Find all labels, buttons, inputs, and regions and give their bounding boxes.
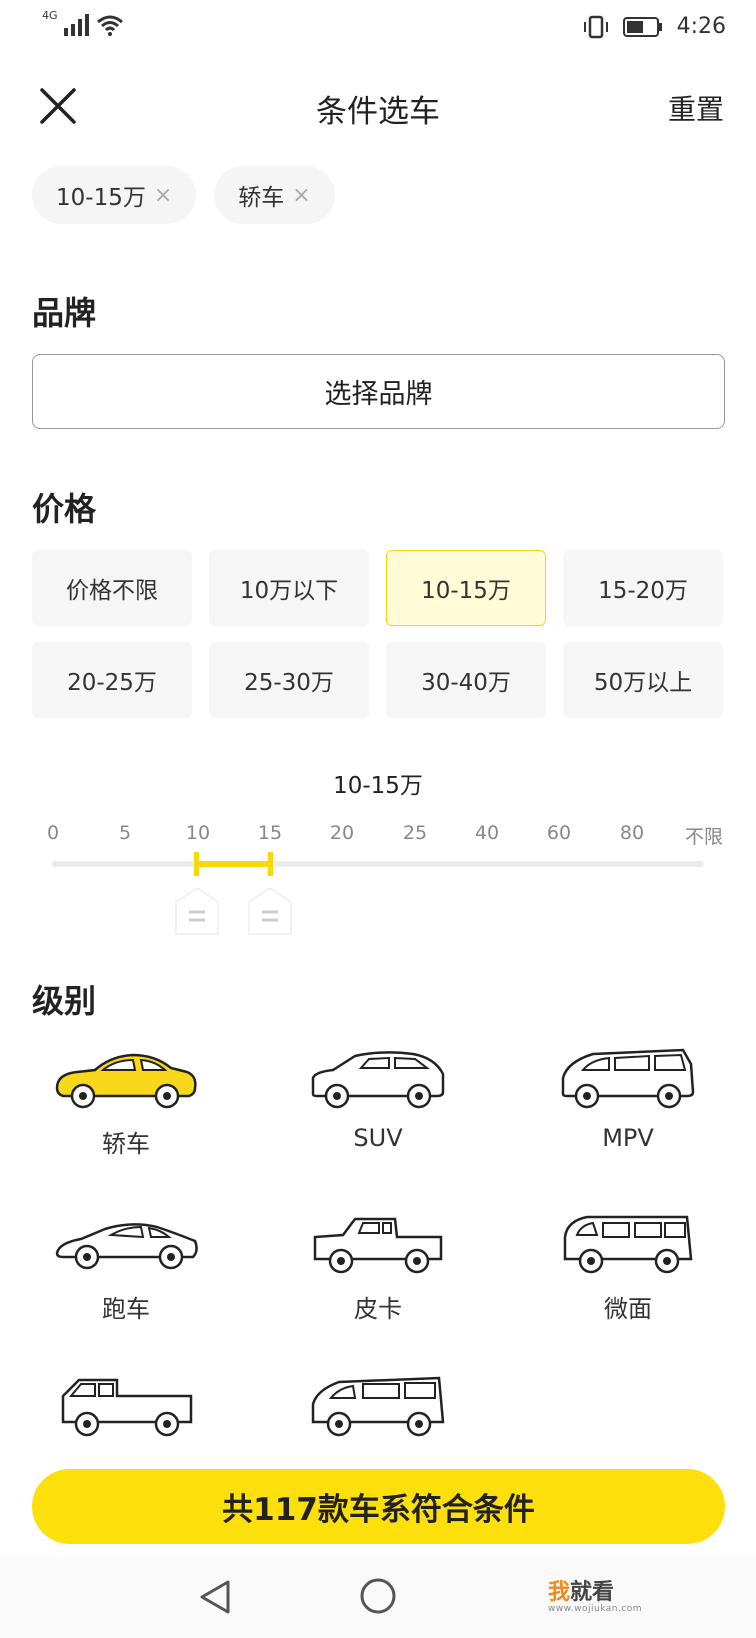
level-section-title: 级别 <box>32 982 97 1020</box>
price-option[interactable]: 15-20万 <box>563 550 723 626</box>
tick-label: 10 <box>185 822 211 844</box>
tick-label: 20 <box>329 822 355 844</box>
tick-label: 不限 <box>684 826 724 848</box>
price-option-selected[interactable]: 10-15万 <box>386 550 546 626</box>
level-label: SUV <box>353 1124 403 1152</box>
status-right: 4:26 <box>583 14 726 39</box>
price-option[interactable]: 价格不限 <box>32 550 192 626</box>
level-label: 皮卡 <box>354 1295 402 1323</box>
level-item-van[interactable] <box>278 1370 478 1442</box>
price-option[interactable]: 20-25万 <box>32 642 192 718</box>
slider-min-marker <box>194 852 199 876</box>
mpv-icon <box>561 1048 695 1109</box>
slider-max-handle[interactable] <box>247 886 293 936</box>
tick-label: 25 <box>402 822 428 844</box>
header: 条件选车 重置 <box>0 70 756 140</box>
filter-chip[interactable]: 10-15万 × <box>32 166 197 224</box>
level-item-minivan[interactable]: 微面 <box>528 1207 728 1324</box>
status-left: 4G <box>42 9 124 36</box>
watermark-accent: 我 <box>548 1580 571 1605</box>
level-item-suv[interactable]: SUV <box>278 1042 478 1152</box>
back-icon[interactable] <box>198 1578 232 1616</box>
status-bar: 4G 4:26 <box>0 0 756 56</box>
level-label: MPV <box>602 1124 654 1152</box>
chip-label: 轿车 <box>238 185 285 211</box>
slider-track[interactable] <box>52 861 704 867</box>
level-label: 跑车 <box>102 1295 150 1323</box>
watermark-url: www.wojiukan.com <box>548 1604 643 1614</box>
van-icon <box>311 1376 445 1437</box>
price-section-title: 价格 <box>32 490 97 528</box>
active-filter-chips: 10-15万 × 轿车 × <box>32 166 335 224</box>
tick-label: 0 <box>46 822 60 844</box>
level-item-sedan[interactable]: 轿车 <box>26 1042 226 1159</box>
page-title: 条件选车 <box>316 94 440 130</box>
wifi-icon <box>96 15 123 36</box>
level-item-sports-car[interactable]: 跑车 <box>26 1207 226 1324</box>
remove-icon[interactable]: × <box>292 183 310 208</box>
pickup-icon <box>313 1217 443 1274</box>
price-option[interactable]: 50万以上 <box>563 642 723 718</box>
clock: 4:26 <box>676 14 726 39</box>
tick-label: 80 <box>619 822 645 844</box>
level-label: 轿车 <box>102 1130 150 1158</box>
signal-icon <box>63 14 89 36</box>
battery-icon <box>622 16 662 37</box>
reset-button[interactable]: 重置 <box>668 88 724 128</box>
show-results-button[interactable]: 共117款车系符合条件 <box>32 1469 725 1544</box>
slider-max-marker <box>268 852 273 876</box>
level-item-pickup[interactable]: 皮卡 <box>278 1207 478 1324</box>
system-nav-bar: 我就看 www.wojiukan.com <box>0 1556 756 1638</box>
home-icon[interactable] <box>358 1576 398 1616</box>
tick-label: 5 <box>118 822 132 844</box>
light-truck-icon <box>61 1378 193 1437</box>
filter-chip[interactable]: 轿车 × <box>214 166 335 224</box>
vibrate-icon <box>583 15 608 38</box>
brand-section-title: 品牌 <box>32 294 97 332</box>
remove-icon[interactable]: × <box>154 183 172 208</box>
price-option[interactable]: 10万以下 <box>209 550 369 626</box>
watermark-logo: 我就看 <box>548 1574 614 1606</box>
tick-label: 60 <box>546 822 572 844</box>
slider-active-range <box>196 861 270 867</box>
price-range-label: 10-15万 <box>333 773 423 799</box>
slider-tick-labels: 0 5 10 15 20 25 40 60 80 不限 <box>0 822 756 852</box>
network-type: 4G <box>42 9 58 22</box>
price-options: 价格不限 10万以下 10-15万 15-20万 20-25万 25-30万 3… <box>32 550 725 718</box>
sports-car-icon <box>55 1223 198 1270</box>
level-item-mpv[interactable]: MPV <box>528 1042 728 1152</box>
price-option[interactable]: 30-40万 <box>386 642 546 718</box>
select-brand-button[interactable]: 选择品牌 <box>32 354 725 429</box>
suv-icon <box>311 1051 445 1109</box>
minivan-icon <box>563 1215 693 1274</box>
slider-min-handle[interactable] <box>174 886 220 936</box>
watermark-text: 就看 <box>570 1580 615 1605</box>
tick-label: 40 <box>474 822 500 844</box>
price-option[interactable]: 25-30万 <box>209 642 369 718</box>
level-label: 微面 <box>604 1295 652 1323</box>
level-item-light-truck[interactable] <box>26 1370 226 1442</box>
tick-label: 15 <box>257 822 283 844</box>
sedan-icon <box>55 1053 197 1109</box>
chip-label: 10-15万 <box>56 185 146 211</box>
